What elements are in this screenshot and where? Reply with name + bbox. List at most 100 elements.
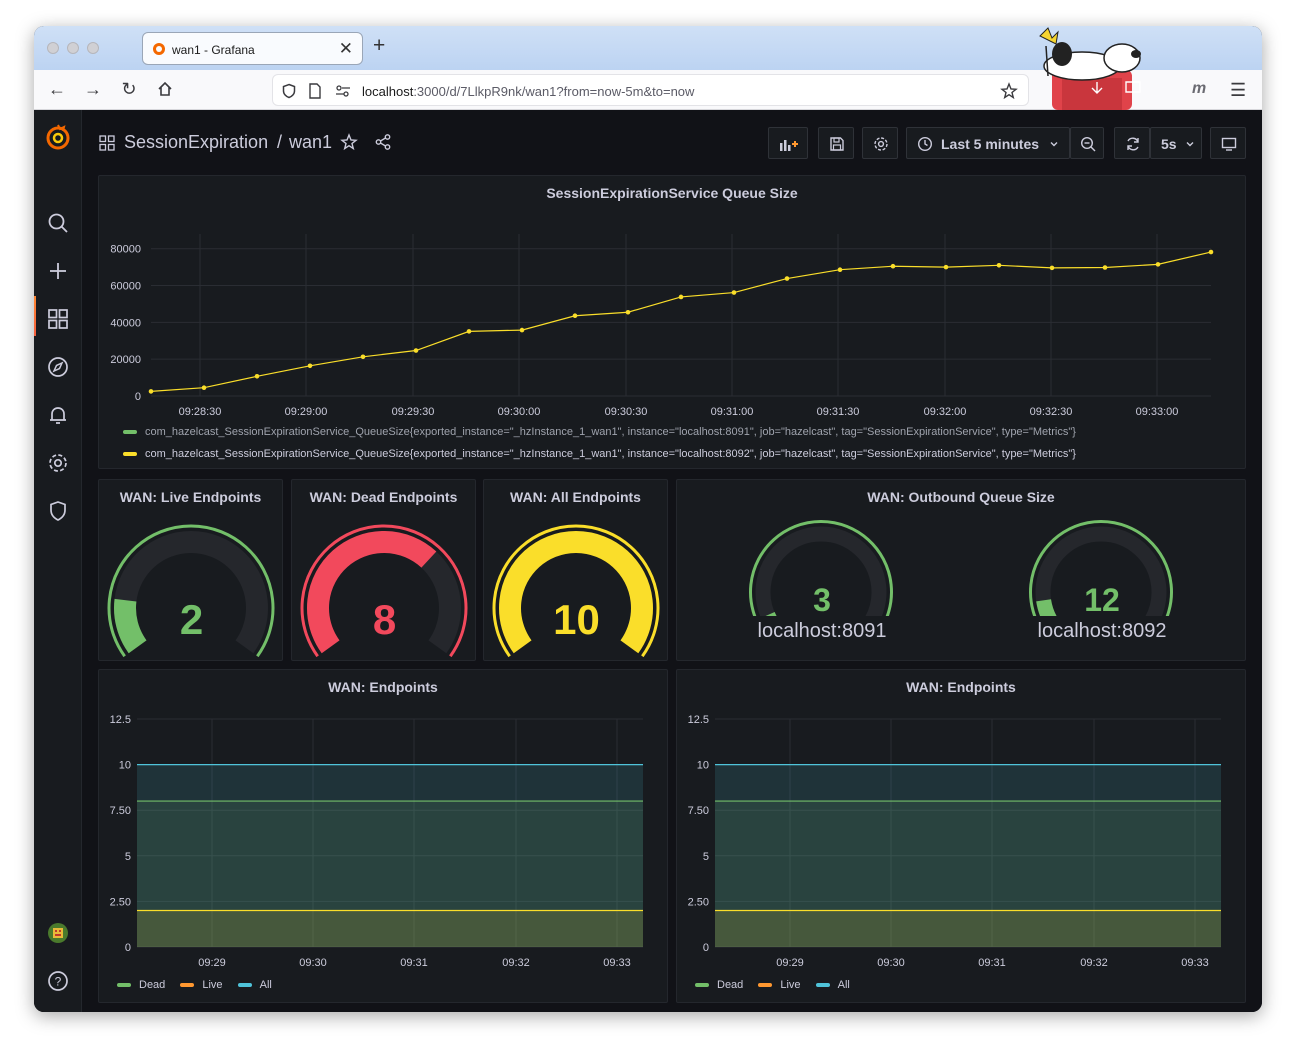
outbound-queue-panel[interactable]: WAN: Outbound Queue Size 3 localhost:809… (676, 479, 1246, 661)
shield-tracking-icon[interactable] (281, 83, 297, 99)
series-line (150, 251, 1212, 392)
queue-size-panel[interactable]: SessionExpirationService Queue Size 0 200… (98, 175, 1246, 469)
endpoints-chart-right[interactable]: 0 2.50 5 7.50 10 12.5 09:29 09:30 09:31 09:32 09:3… (677, 704, 1247, 974)
time-picker-button[interactable]: Last 5 minutes (906, 127, 1070, 159)
data-point (837, 267, 843, 273)
y-tick-label: 7.50 (688, 805, 709, 817)
legend-swatch (815, 983, 830, 988)
legend-label-all[interactable]: All (838, 979, 850, 991)
data-point (678, 294, 684, 300)
legend-label: com_hazelcast_SessionExpirationService_Q… (145, 448, 1076, 460)
home-icon[interactable] (154, 78, 176, 100)
data-point (996, 262, 1002, 268)
dead-endpoints-panel[interactable]: WAN: Dead Endpoints 8 (291, 479, 476, 661)
x-tick-label: 09:32 (502, 957, 530, 969)
time-range-label: Last 5 minutes (941, 136, 1040, 152)
endpoints-chart-left[interactable]: 0 2.50 5 7.50 10 12.5 09:29 09:30 09:31 09:32 09:3… (99, 704, 669, 974)
panel-title: WAN: Endpoints (906, 679, 1016, 695)
endpoints-panel-right[interactable]: WAN: Endpoints 0 2.50 5 7.50 10 12.5 09:29 09:3… (676, 669, 1246, 1003)
legend-swatch (180, 983, 195, 988)
legend-swatch (758, 983, 773, 988)
reload-icon[interactable]: ↻ (118, 78, 140, 100)
legend-label-dead[interactable]: Dead (717, 979, 743, 991)
all-endpoints-panel[interactable]: WAN: All Endpoints 10 (483, 479, 668, 661)
legend-swatch (117, 983, 131, 988)
save-dashboard-button[interactable] (818, 127, 854, 159)
permissions-icon[interactable] (335, 84, 351, 98)
zoom-window-button[interactable] (87, 42, 99, 54)
y-tick-label: 40000 (110, 317, 141, 329)
avatar[interactable] (47, 922, 69, 944)
minimize-window-button[interactable] (67, 42, 79, 54)
breadcrumb-folder[interactable]: SessionExpiration (124, 132, 268, 153)
refresh-interval-picker[interactable]: 5s (1150, 127, 1202, 159)
url-path: :3000/d/7LlkpR9nk/wan1?from=now-5m&to=no… (413, 84, 695, 99)
explore-icon[interactable] (47, 356, 69, 378)
page-title[interactable]: wan1 (289, 132, 332, 153)
data-point (572, 313, 578, 319)
x-tick-label: 09:33:00 (1136, 406, 1179, 418)
star-icon[interactable] (340, 133, 358, 151)
x-tick-label: 09:33 (603, 957, 631, 969)
x-tick-label: 09:28:30 (179, 406, 222, 418)
legend-label: com_hazelcast_SessionExpirationService_Q… (145, 426, 1076, 438)
gauge-value: 10 (553, 596, 600, 643)
plus-icon[interactable] (47, 260, 69, 282)
endpoints-panel-left[interactable]: WAN: Endpoints 0 2.50 5 7.50 10 12.5 09:29 09:3… (98, 669, 668, 1003)
gear-icon (874, 137, 888, 151)
share-icon[interactable] (374, 133, 392, 151)
add-panel-button[interactable] (768, 127, 808, 159)
legend-swatch (237, 983, 252, 988)
page-icon (309, 83, 321, 99)
dashboards-icon[interactable] (47, 308, 69, 330)
help-icon[interactable]: ? (47, 970, 69, 992)
data-point (413, 348, 419, 353)
legend-label-all[interactable]: All (260, 979, 272, 991)
legend-label-live[interactable]: Live (780, 979, 800, 991)
x-tick-label: 09:30 (877, 957, 905, 969)
legend-item[interactable]: com_hazelcast_SessionExpirationService_Q… (123, 448, 1076, 460)
active-indicator (34, 296, 36, 336)
legend-item[interactable]: com_hazelcast_SessionExpirationService_Q… (123, 426, 1076, 438)
back-icon[interactable]: ← (46, 78, 68, 100)
browser-tab[interactable]: wan1 - Grafana ✕ (142, 32, 363, 65)
tv-mode-button[interactable] (1210, 127, 1246, 159)
refresh-button[interactable] (1114, 127, 1150, 159)
dashboard-settings-button[interactable] (862, 127, 898, 159)
data-point (1102, 265, 1108, 270)
x-tick-label: 09:33 (1181, 957, 1209, 969)
grafana-logo-icon[interactable] (45, 124, 71, 150)
forward-icon[interactable]: → (82, 78, 104, 100)
add-panel-icon (780, 140, 798, 151)
new-tab-button[interactable]: + (373, 34, 385, 58)
data-point (1208, 249, 1214, 255)
series-area (715, 910, 1221, 947)
data-point (307, 363, 313, 369)
search-icon[interactable] (47, 212, 69, 234)
live-endpoints-panel[interactable]: WAN: Live Endpoints 2 (98, 479, 283, 661)
x-tick-label: 09:29 (198, 957, 226, 969)
y-tick-label: 10 (119, 760, 131, 772)
legend-label-dead[interactable]: Dead (139, 979, 165, 991)
address-bar[interactable]: localhost:3000/d/7LlkpR9nk/wan1?from=now… (272, 74, 1029, 106)
data-point (466, 329, 472, 334)
settings-icon[interactable] (47, 452, 69, 474)
close-window-button[interactable] (47, 42, 59, 54)
data-point (890, 263, 896, 269)
data-point (254, 374, 260, 379)
legend-label-live[interactable]: Live (202, 979, 222, 991)
hamburger-menu-icon[interactable]: ☰ (1230, 80, 1246, 101)
endpoints-legend: Dead Live All (117, 979, 272, 991)
queue-size-chart[interactable]: 0 20000 40000 60000 80000 09:28:30 09:29:00 09:… (99, 216, 1247, 426)
zoom-out-button[interactable] (1070, 127, 1104, 159)
y-tick-label: 12.5 (110, 714, 131, 726)
shield-icon[interactable] (47, 500, 69, 522)
close-tab-icon[interactable]: ✕ (339, 39, 353, 59)
data-point (148, 389, 154, 394)
alerting-icon[interactable] (47, 404, 69, 426)
refresh-icon (1127, 137, 1139, 151)
gauge-label: localhost:8091 (757, 620, 887, 642)
extension-icon[interactable]: m (1192, 80, 1206, 98)
y-tick-label: 10 (697, 760, 709, 772)
gauge-label: localhost:8092 (1037, 620, 1167, 642)
